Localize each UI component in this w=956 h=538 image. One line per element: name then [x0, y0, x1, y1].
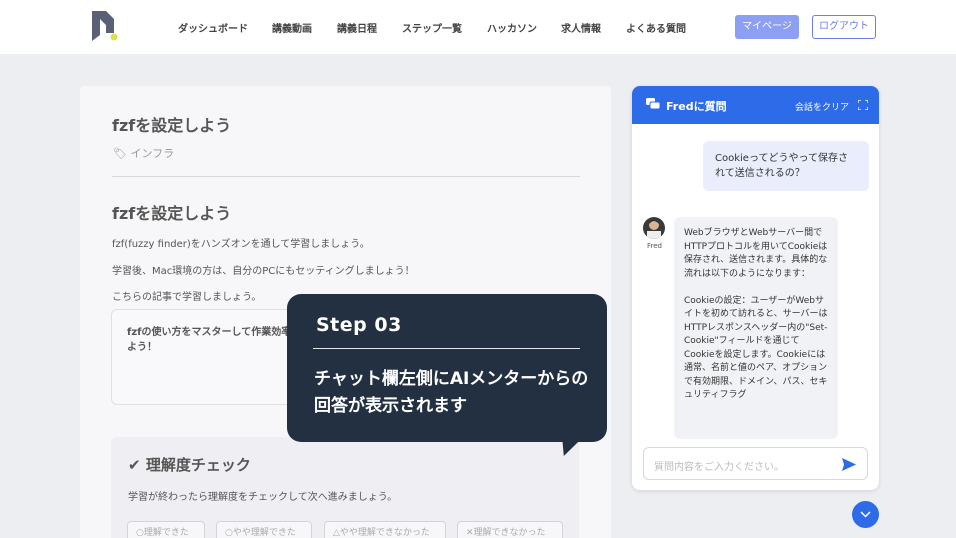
option-mostly-not-understood[interactable]: △やや理解できなかった: [324, 521, 446, 538]
page-title: fzfを設定しよう: [112, 116, 232, 135]
step-divider: [313, 348, 580, 349]
option-not-understood[interactable]: ✕理解できなかった: [457, 521, 563, 538]
step-label: Step 03: [316, 314, 402, 336]
nav-lecture-schedule[interactable]: 講義日程: [337, 20, 377, 35]
option-understood[interactable]: ○理解できた: [127, 521, 205, 538]
avatar: [643, 217, 665, 239]
check-circle-icon: ✔: [128, 456, 141, 474]
mypage-button[interactable]: マイページ: [735, 15, 799, 39]
logout-button[interactable]: ログアウト: [812, 15, 876, 39]
paragraph-article: こちらの記事で学習しましょう。: [112, 292, 262, 303]
chat-bubble-icon: [646, 98, 660, 110]
paragraph-intro: fzf(fuzzy finder)をハンズオンを通して学習しましょう。: [112, 239, 370, 250]
chat-panel: Fredに質問 会話をクリア Cookieってどうやって保存されて送信されるの？…: [632, 86, 879, 490]
category-tag[interactable]: 🏷 インフラ: [113, 145, 174, 161]
chat-header: Fredに質問 会話をクリア: [632, 86, 879, 124]
article-link-card[interactable]: [111, 309, 311, 405]
comprehension-description: 学習が終わったら理解度をチェックして次へ進みましょう。: [128, 492, 398, 503]
ai-message: WebブラウザとWebサーバー間でHTTPプロトコルを用いてCookieは保存さ…: [674, 217, 838, 439]
comprehension-title: ✔ 理解度チェック: [128, 456, 251, 474]
scroll-down-button[interactable]: [852, 501, 879, 528]
question-input[interactable]: 質問内容をご入力ください。: [643, 447, 868, 480]
top-header: ダッシュボード 講義動画 講義日程 ステップ一覧 ハッカソン 求人情報 よくある…: [0, 0, 956, 54]
tag-icon: 🏷: [113, 147, 131, 160]
tag-label: インフラ: [130, 147, 175, 160]
nav-dashboard[interactable]: ダッシュボード: [178, 20, 248, 35]
nav-faq[interactable]: よくある質問: [626, 20, 686, 35]
question-input-placeholder: 質問内容をご入力ください。: [654, 462, 784, 473]
user-message: Cookieってどうやって保存されて送信されるの？: [703, 141, 869, 191]
chat-title: Fredに質問: [666, 100, 727, 113]
section-heading: fzfを設定しよう: [112, 204, 232, 223]
nav-step-list[interactable]: ステップ一覧: [402, 20, 462, 35]
paragraph-setup: 学習後、Mac環境の方は、自分のPCにもセッティングしましょう！: [112, 266, 415, 277]
expand-icon[interactable]: [858, 100, 868, 110]
divider: [112, 176, 580, 177]
nav-jobs[interactable]: 求人情報: [561, 20, 601, 35]
nav-lecture-videos[interactable]: 講義動画: [272, 20, 312, 35]
chevron-down-icon: [860, 511, 871, 518]
nav-hackathon[interactable]: ハッカソン: [487, 20, 537, 35]
step-description: チャット欄左側にAIメンターからの回答が表示されます: [314, 369, 589, 416]
ai-name: Fred: [647, 242, 662, 250]
send-icon[interactable]: [842, 458, 856, 471]
clear-chat-button[interactable]: 会話をクリア: [795, 100, 849, 113]
logo-icon[interactable]: [92, 11, 118, 41]
option-mostly-understood[interactable]: ○やや理解できた: [216, 521, 312, 538]
